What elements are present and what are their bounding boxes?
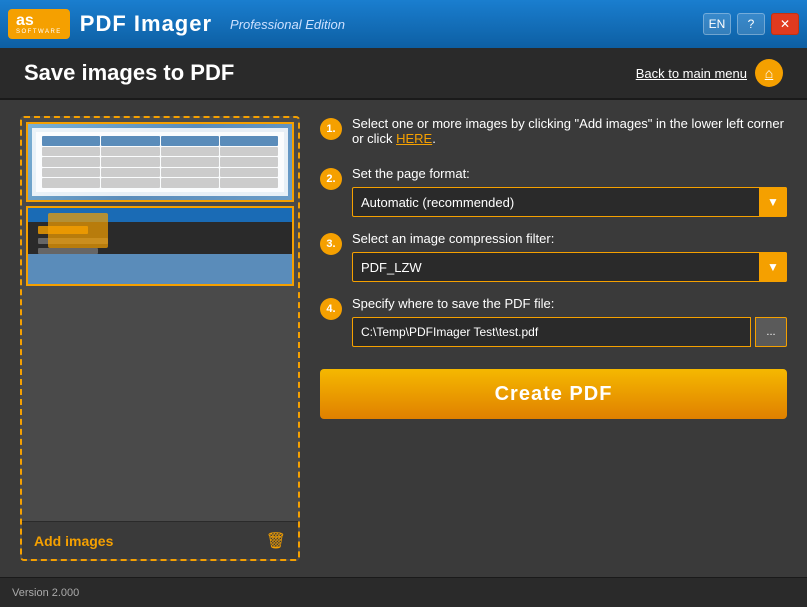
version-text: Version 2.000 [12, 587, 79, 599]
step-3-badge: 3. [320, 233, 342, 255]
logo-subtext: SOFTWARE [16, 29, 62, 35]
back-to-main-button[interactable]: Back to main menu ⌂ [636, 59, 783, 87]
window-controls: EN ? ✕ [703, 13, 799, 35]
step-2-content: Set the page format: Automatic (recommen… [352, 166, 787, 217]
main-content: Add images 🗑 1. Select one or more image… [0, 100, 807, 577]
back-label: Back to main menu [636, 66, 747, 81]
step-2-row: 2. Set the page format: Automatic (recom… [320, 166, 787, 217]
step-4-badge: 4. [320, 298, 342, 320]
page-format-select[interactable]: Automatic (recommended) A4 A3 Letter Cus… [352, 187, 787, 217]
step-3-row: 3. Select an image compression filter: P… [320, 231, 787, 282]
thumb-preview-2 [28, 208, 292, 284]
file-path-input[interactable] [352, 317, 751, 347]
step-3-content: Select an image compression filter: PDF_… [352, 231, 787, 282]
compression-dropdown-container: PDF_LZW PDF_JPEG PDF_FLATE PDF_RLE PDF_C… [352, 252, 787, 282]
step-4-row: 4. Specify where to save the PDF file: .… [320, 296, 787, 347]
step-1-content: Select one or more images by clicking "A… [352, 116, 787, 152]
add-images-button[interactable]: Add images [34, 533, 113, 549]
image-thumb-1[interactable] [26, 122, 294, 202]
logo-text: as [16, 13, 62, 29]
page-title: Save images to PDF [24, 60, 234, 86]
help-button[interactable]: ? [737, 13, 765, 35]
home-icon: ⌂ [755, 59, 783, 87]
image-thumb-2[interactable] [26, 206, 294, 286]
create-pdf-button[interactable]: Create PDF [320, 369, 787, 419]
step-4-label: Specify where to save the PDF file: [352, 296, 787, 311]
step-2-label: Set the page format: [352, 166, 787, 181]
image-panel: Add images 🗑 [20, 116, 300, 561]
file-path-row: ... [352, 317, 787, 347]
here-link[interactable]: HERE [396, 131, 432, 146]
compression-select[interactable]: PDF_LZW PDF_JPEG PDF_FLATE PDF_RLE PDF_C… [352, 252, 787, 282]
thumb-table [42, 136, 278, 188]
options-panel: 1. Select one or more images by clicking… [320, 116, 787, 561]
app-name: PDF Imager [80, 11, 212, 37]
step-3-label: Select an image compression filter: [352, 231, 787, 246]
lang-button[interactable]: EN [703, 13, 731, 35]
status-bar: Version 2.000 [0, 577, 807, 607]
browse-button[interactable]: ... [755, 317, 787, 347]
logo-box: as SOFTWARE [8, 9, 70, 39]
page-header: Save images to PDF Back to main menu ⌂ [0, 48, 807, 100]
close-button[interactable]: ✕ [771, 13, 799, 35]
step-4-content: Specify where to save the PDF file: ... [352, 296, 787, 347]
step-1-label: Select one or more images by clicking "A… [352, 116, 787, 146]
step-1-row: 1. Select one or more images by clicking… [320, 116, 787, 152]
title-bar: as SOFTWARE PDF Imager Professional Edit… [0, 0, 807, 48]
thumb-preview-1 [28, 124, 292, 200]
step-2-badge: 2. [320, 168, 342, 190]
image-list[interactable] [22, 118, 298, 521]
delete-icon[interactable]: 🗑 [266, 531, 286, 551]
image-panel-footer: Add images 🗑 [22, 521, 298, 559]
page-format-dropdown-container: Automatic (recommended) A4 A3 Letter Cus… [352, 187, 787, 217]
logo-area: as SOFTWARE PDF Imager Professional Edit… [8, 9, 345, 39]
app-edition: Professional Edition [230, 17, 345, 32]
step-1-badge: 1. [320, 118, 342, 140]
